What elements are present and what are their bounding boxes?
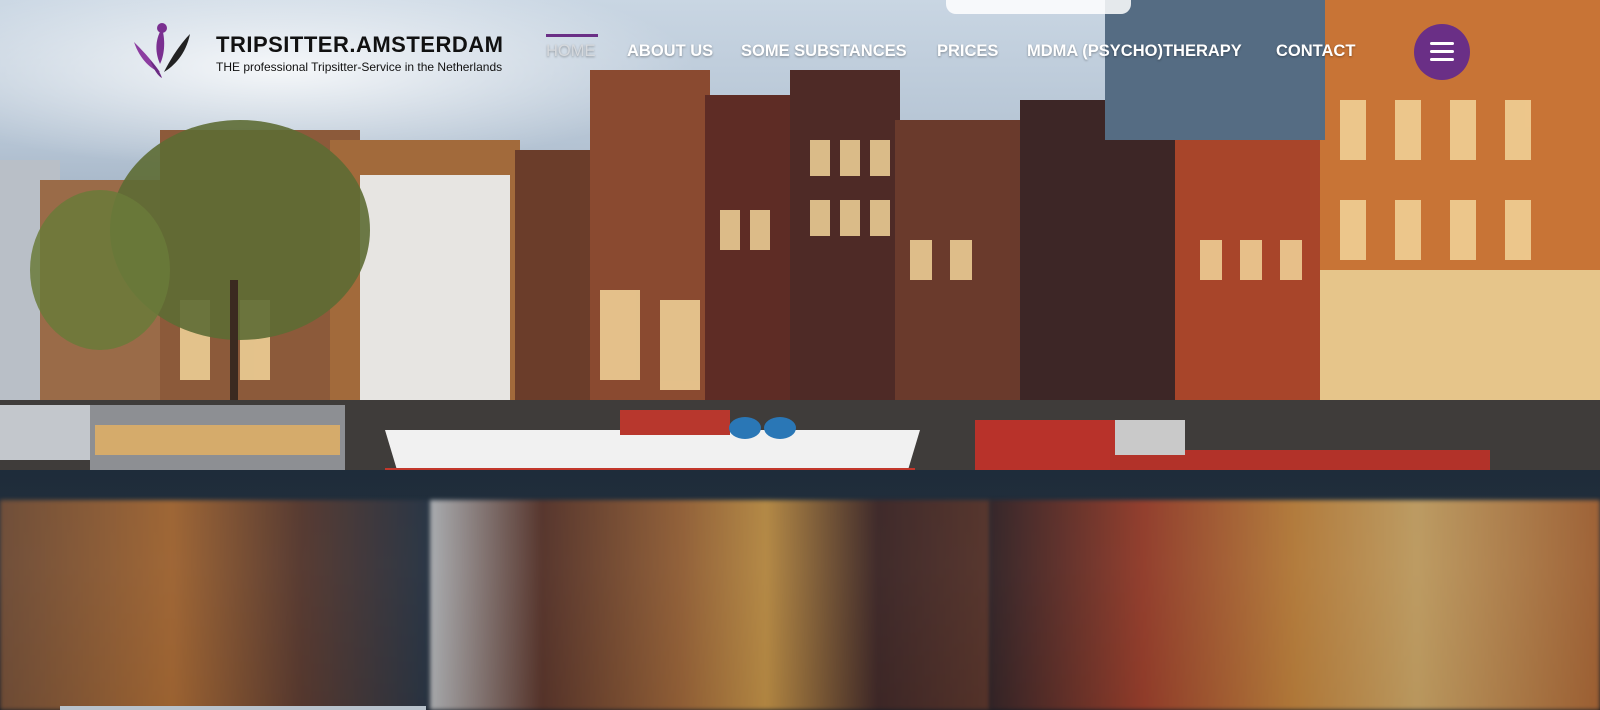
hamburger-menu-button[interactable] (1414, 24, 1470, 80)
nav-item-some-substances[interactable]: SOME SUBSTANCES (741, 42, 907, 61)
site-header: TRIPSITTER.AMSTERDAM THE professional Tr… (0, 0, 1600, 100)
hamburger-menu-icon (1430, 42, 1454, 62)
nav-item-mdma-therapy[interactable]: MDMA (PSYCHO)THERAPY (1027, 42, 1242, 61)
water-reflection-center (430, 500, 990, 710)
top-tab-pill (946, 0, 1131, 14)
water-reflection-right (990, 500, 1600, 710)
hero-banner (0, 0, 1600, 710)
main-navigation: HOME ABOUT US SOME SUBSTANCES PRICES MDM… (0, 34, 1600, 72)
water-reflection-left (0, 500, 430, 710)
nav-item-contact[interactable]: CONTACT (1276, 42, 1355, 61)
nav-item-prices[interactable]: PRICES (937, 42, 998, 61)
hero-scroll-bar (60, 706, 426, 710)
nav-item-home[interactable]: HOME (546, 34, 598, 61)
nav-item-about-us[interactable]: ABOUT US (627, 42, 713, 61)
